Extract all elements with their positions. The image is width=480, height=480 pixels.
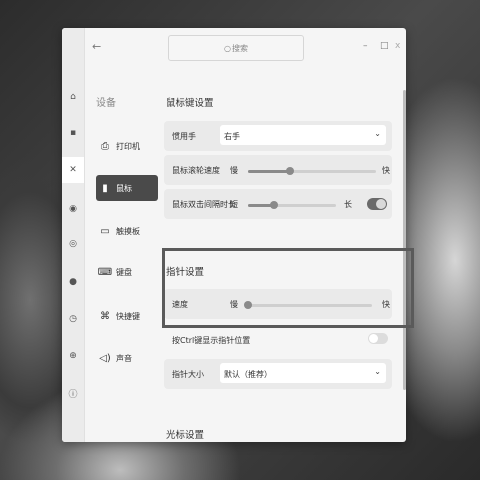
info-icon[interactable]: ⓘ	[62, 384, 84, 402]
back-arrow-icon[interactable]: ←	[92, 40, 101, 53]
nav-item-label: 触摸板	[116, 226, 140, 236]
double-click-handle[interactable]	[270, 201, 279, 209]
nav-item-label: 打印机	[116, 141, 140, 151]
nav-item-label: 鼠标	[116, 183, 132, 193]
scroll-speed-handle[interactable]	[286, 167, 295, 175]
double-click-min-label: 短	[230, 200, 238, 209]
double-click-slider[interactable]	[248, 201, 336, 209]
handedness-label: 惯用手	[172, 132, 196, 141]
cursor-settings-title: 光标设置	[166, 430, 205, 441]
personalization-icon[interactable]: ◉	[62, 200, 84, 218]
network-icon[interactable]: ◎	[62, 235, 84, 253]
nav-item-touchpad[interactable]: ▭ 触摸板	[98, 218, 156, 244]
printer-icon: ⎙	[101, 140, 109, 152]
nav-item-label: 键盘	[116, 267, 132, 277]
search-placeholder: 搜索	[231, 43, 248, 53]
nav-item-shortcut[interactable]: ⌘ 快捷键	[98, 303, 156, 329]
nav-item-label: 声音	[116, 353, 132, 363]
shortcut-icon: ⌘	[100, 310, 110, 322]
nav-item-label: 快捷键	[116, 311, 140, 321]
highlight-box	[162, 248, 414, 328]
sound-icon: ◁)	[99, 352, 111, 364]
pointer-size-select[interactable]: 默认（推荐） ⌄	[220, 363, 386, 383]
settings-window: ⌂ ▪ ✕ ◉ ◎ ● ◷ ⊕ ⓘ ← ○ 搜索 – □ x 设备 ⎙ 打印机 …	[62, 28, 406, 442]
handedness-row: 惯用手 右手 ⌄	[164, 121, 392, 151]
nav-item-sound[interactable]: ◁) 声音	[98, 345, 156, 371]
scrollbar[interactable]	[403, 90, 406, 390]
ctrl-show-pointer-row: 按Ctrl键显示指针位置	[164, 325, 392, 355]
double-click-max-label: 长	[344, 200, 352, 209]
nav-section-title: 设备	[96, 98, 116, 109]
ctrl-show-pointer-toggle[interactable]	[368, 333, 388, 344]
scroll-speed-min-label: 慢	[230, 166, 238, 175]
nav-item-keyboard[interactable]: ⌨ 键盘	[98, 259, 156, 285]
pointer-size-label: 指针大小	[172, 370, 204, 379]
touchpad-icon: ▭	[100, 225, 110, 237]
scroll-speed-label: 鼠标滚轮速度	[172, 166, 220, 175]
search-icon: ○	[224, 43, 231, 53]
scroll-speed-row: 鼠标滚轮速度 慢 快	[164, 155, 392, 185]
scroll-speed-max-label: 快	[382, 166, 390, 175]
maximize-button[interactable]: □	[380, 41, 389, 51]
nav-item-mouse[interactable]: ▮ 鼠标	[96, 175, 158, 201]
double-click-row: 鼠标双击间隔时长 短 长	[164, 189, 392, 219]
pointer-size-value: 默认（推荐）	[224, 370, 272, 379]
globe-icon[interactable]: ⊕	[62, 347, 84, 365]
ctrl-show-pointer-label: 按Ctrl键显示指针位置	[172, 336, 251, 345]
display-icon[interactable]: ▪	[62, 124, 84, 142]
minimize-button[interactable]: –	[363, 41, 368, 51]
category-rail: ⌂ ▪ ✕ ◉ ◎ ● ◷ ⊕ ⓘ	[62, 28, 85, 442]
home-icon[interactable]: ⌂	[62, 88, 84, 106]
scroll-speed-slider[interactable]	[248, 167, 376, 175]
handedness-select[interactable]: 右手 ⌄	[220, 125, 386, 145]
update-icon[interactable]: ◷	[62, 310, 84, 328]
close-button[interactable]: x	[395, 41, 400, 51]
keyboard-icon: ⌨	[97, 266, 113, 278]
double-click-label: 鼠标双击间隔时长	[172, 200, 236, 209]
search-input[interactable]: ○ 搜索	[168, 35, 304, 61]
scroll-speed-fill	[248, 170, 291, 173]
mouse-icon: ▮	[102, 182, 108, 194]
chevron-down-icon: ⌄	[374, 129, 381, 138]
nav-item-printer[interactable]: ⎙ 打印机	[98, 133, 156, 159]
device-icon[interactable]: ✕	[62, 157, 84, 183]
double-click-test-toggle[interactable]	[367, 198, 387, 210]
mouse-settings-title: 鼠标键设置	[166, 98, 214, 109]
toggle-knob	[369, 334, 378, 343]
chevron-down-icon: ⌄	[374, 367, 381, 376]
account-icon[interactable]: ●	[62, 273, 84, 291]
pointer-size-row: 指针大小 默认（推荐） ⌄	[164, 359, 392, 389]
handedness-value: 右手	[224, 132, 240, 141]
